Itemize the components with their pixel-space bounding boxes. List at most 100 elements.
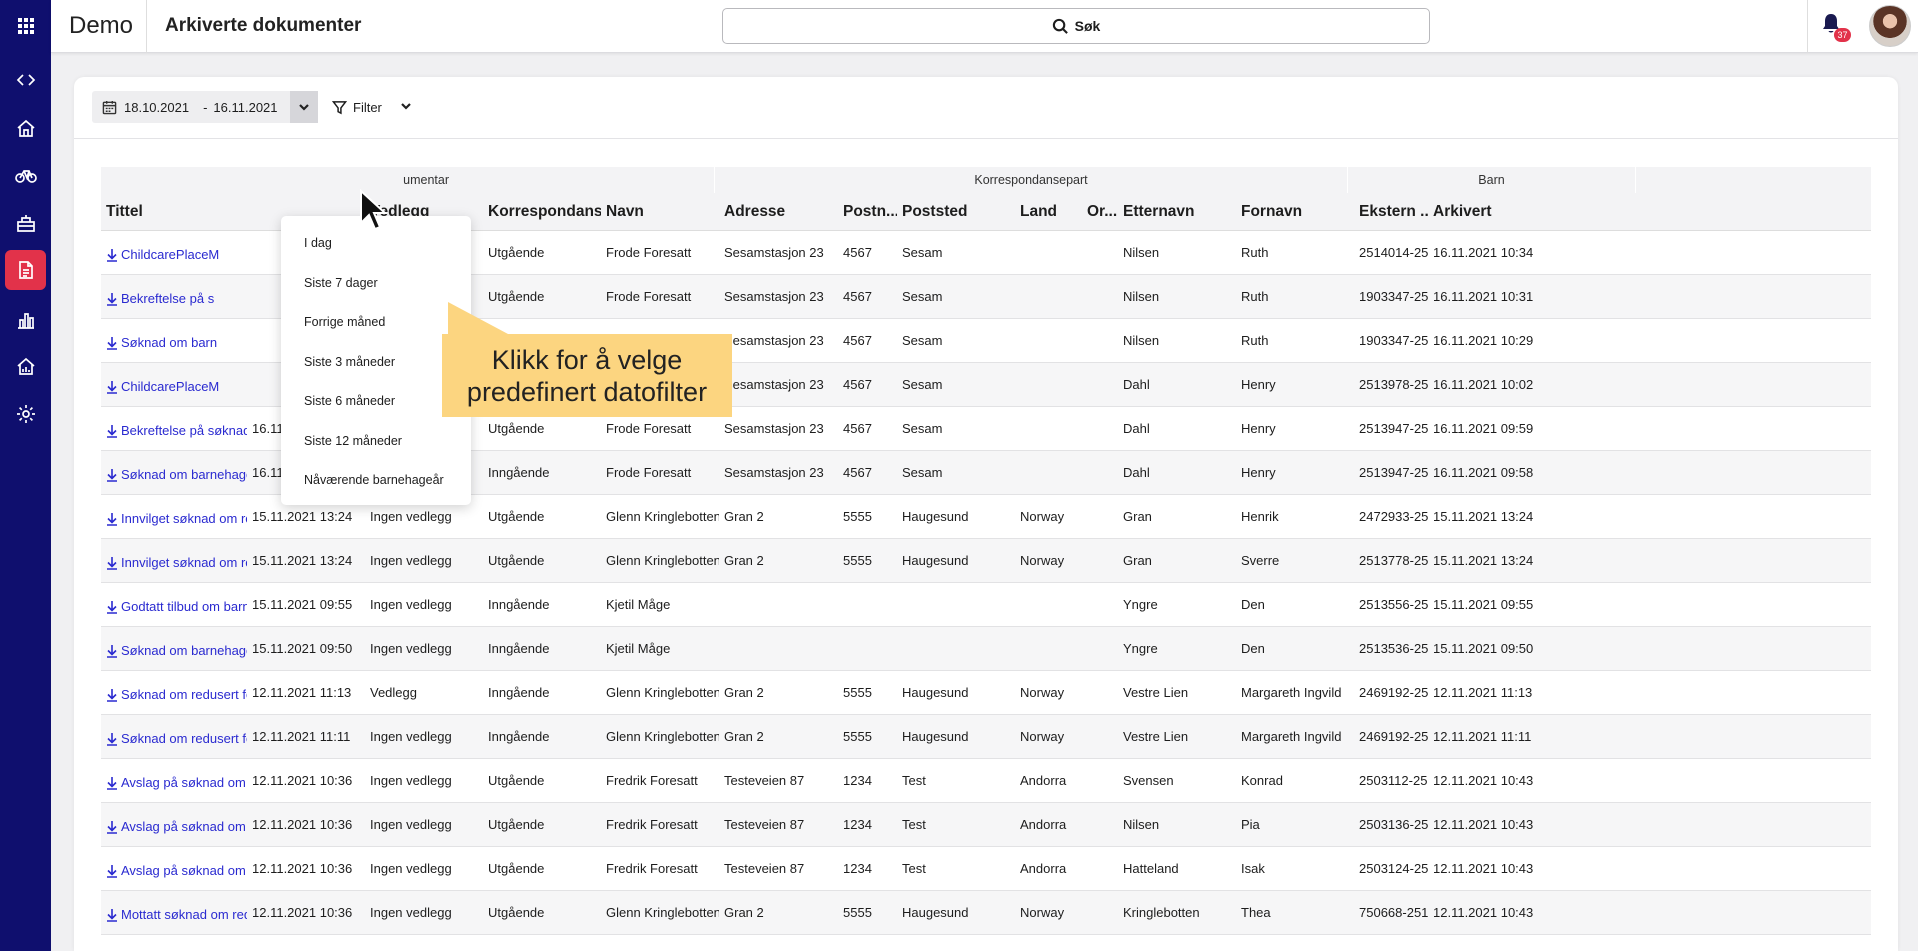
document-link[interactable]: Avslag på søknad om reduse xyxy=(101,759,247,803)
column-header[interactable]: Navn xyxy=(601,193,719,231)
table-cell: Utgående xyxy=(488,773,545,788)
apps-grid-icon[interactable] xyxy=(0,6,51,46)
download-icon[interactable] xyxy=(106,292,118,306)
bike-icon[interactable] xyxy=(0,155,51,195)
column-header[interactable]: Tittel xyxy=(101,193,247,231)
divider xyxy=(146,0,147,53)
document-link[interactable]: Søknad om barnehageplass xyxy=(101,627,247,671)
date-from[interactable]: 18.10.2021 xyxy=(124,100,189,115)
filter-button[interactable]: Filter xyxy=(324,91,420,123)
table-row[interactable]: Godtatt tilbud om barnehage 15.11.2021 09… xyxy=(101,583,1871,627)
date-preset-toggle[interactable] xyxy=(290,91,318,123)
document-link[interactable]: Bekreftelse på s xyxy=(101,275,247,319)
download-icon[interactable] xyxy=(106,380,118,394)
table-cell xyxy=(838,627,897,671)
column-header[interactable]: Or... xyxy=(1082,193,1118,231)
search-box[interactable]: Søk xyxy=(722,8,1430,44)
chevron-down-icon[interactable] xyxy=(400,100,412,115)
date-preset-option[interactable]: Nåværende barnehageår xyxy=(281,461,471,501)
table-row[interactable]: Avslag på søknad om reduse 12.11.2021 10:… xyxy=(101,759,1871,803)
column-header[interactable]: Ekstern ... xyxy=(1354,193,1428,231)
table-cell: Andorra xyxy=(1020,773,1067,788)
document-link[interactable]: Innvilget søknad om redusert xyxy=(101,539,247,583)
notifications-button[interactable]: 37 xyxy=(1819,12,1851,42)
top-bar: Demo Arkiverte dokumenter Søk 37 xyxy=(51,0,1918,53)
document-link[interactable]: Søknad om barnehageplass xyxy=(101,451,247,495)
document-link[interactable]: ChildcarePlaceM xyxy=(101,363,247,407)
document-link[interactable]: Mottatt søknad om redusert xyxy=(101,891,247,935)
table-cell xyxy=(1015,583,1082,627)
table-cell: Sesamstasjon 23 xyxy=(724,245,824,260)
table-cell: 2513556-251355 xyxy=(1359,597,1428,612)
table-cell xyxy=(1082,319,1118,363)
download-icon[interactable] xyxy=(106,908,118,922)
table-cell: Henry xyxy=(1241,377,1276,392)
date-preset-option[interactable]: Siste 12 måneder xyxy=(281,422,471,462)
column-header[interactable]: Postn... xyxy=(838,193,897,231)
document-link[interactable]: Avslag på søknad om reduse xyxy=(101,847,247,891)
date-preset-option[interactable]: Siste 7 dager xyxy=(281,264,471,304)
download-icon[interactable] xyxy=(106,512,118,526)
download-icon[interactable] xyxy=(106,424,118,438)
document-link[interactable]: Bekreftelse på søknad om ba xyxy=(101,407,247,451)
column-header[interactable]: Poststed xyxy=(897,193,1015,231)
download-icon[interactable] xyxy=(106,776,118,790)
column-header[interactable]: Arkivert xyxy=(1428,193,1548,231)
document-title: Bekreftelse på søknad om ba xyxy=(121,423,247,438)
download-icon[interactable] xyxy=(106,336,118,350)
download-icon[interactable] xyxy=(106,688,118,702)
column-header[interactable]: Fornavn xyxy=(1236,193,1354,231)
table-row[interactable]: Søknad om redusert foreldrel 12.11.2021 1… xyxy=(101,715,1871,759)
download-icon[interactable] xyxy=(106,600,118,614)
table-row[interactable]: Søknad om redusert foreldrel 12.11.2021 1… xyxy=(101,671,1871,715)
table-row[interactable]: Mottatt søknad om redusert 12.11.2021 10:… xyxy=(101,891,1871,935)
code-icon[interactable] xyxy=(0,60,51,100)
house-chart-icon[interactable] xyxy=(0,346,51,386)
bar-chart-icon[interactable] xyxy=(0,300,51,340)
download-icon[interactable] xyxy=(106,468,118,482)
table-cell: Nilsen xyxy=(1123,245,1160,260)
download-icon[interactable] xyxy=(106,644,118,658)
document-link[interactable]: Søknad om redusert foreldrel xyxy=(101,715,247,759)
download-icon[interactable] xyxy=(106,864,118,878)
table-cell: Henrik xyxy=(1241,509,1279,524)
download-icon[interactable] xyxy=(106,732,118,746)
user-avatar[interactable] xyxy=(1869,5,1911,47)
table-cell: Glenn Kringlebotten xyxy=(606,685,719,700)
table-row[interactable]: Søknad om barnehageplass 15.11.2021 09:50… xyxy=(101,627,1871,671)
download-icon[interactable] xyxy=(106,820,118,834)
document-title: Avslag på søknad om reduse xyxy=(121,863,247,878)
document-link[interactable]: Søknad om redusert foreldrel xyxy=(101,671,247,715)
table-cell: Sesam xyxy=(902,421,943,436)
document-link[interactable]: Innvilget søknad om redusert xyxy=(101,495,247,539)
table-cell: Glenn Kringlebotten xyxy=(606,905,719,920)
search-label: Søk xyxy=(1074,18,1101,34)
download-icon[interactable] xyxy=(106,556,118,570)
table-row[interactable]: Avslag på søknad om reduse 12.11.2021 10:… xyxy=(101,803,1871,847)
date-range-picker[interactable]: 18.10.2021 - 16.11.2021 xyxy=(92,91,318,123)
table-cell: Testeveien 87 xyxy=(724,817,805,832)
school-icon[interactable] xyxy=(0,203,51,243)
column-header[interactable]: Korrespondanse... xyxy=(483,193,601,231)
table-cell: Yngre xyxy=(1123,597,1158,612)
table-row[interactable]: Avslag på søknad om reduse 12.11.2021 10:… xyxy=(101,847,1871,891)
document-link[interactable]: Godtatt tilbud om barnehage xyxy=(101,583,247,627)
table-cell xyxy=(1015,627,1082,671)
column-header[interactable]: Adresse xyxy=(719,193,838,231)
column-header[interactable]: Etternavn xyxy=(1118,193,1236,231)
table-cell xyxy=(897,627,1015,671)
table-cell: Ruth xyxy=(1241,289,1269,304)
download-icon[interactable] xyxy=(106,248,118,262)
home-icon[interactable] xyxy=(0,108,51,148)
document-link[interactable]: Avslag på søknad om reduse xyxy=(101,803,247,847)
gear-icon[interactable] xyxy=(0,394,51,434)
document-link[interactable]: ChildcarePlaceM xyxy=(101,231,247,275)
table-cell: Frode Foresatt xyxy=(606,289,692,304)
document-link[interactable]: Søknad om barn xyxy=(101,319,247,363)
column-header[interactable]: Land xyxy=(1015,193,1082,231)
brand-name[interactable]: Demo xyxy=(69,12,133,40)
table-cell: Sverre xyxy=(1241,553,1280,568)
table-row[interactable]: Innvilget søknad om redusert 15.11.2021 1… xyxy=(101,539,1871,583)
date-to[interactable]: 16.11.2021 xyxy=(213,100,277,115)
document-icon[interactable] xyxy=(0,250,51,290)
